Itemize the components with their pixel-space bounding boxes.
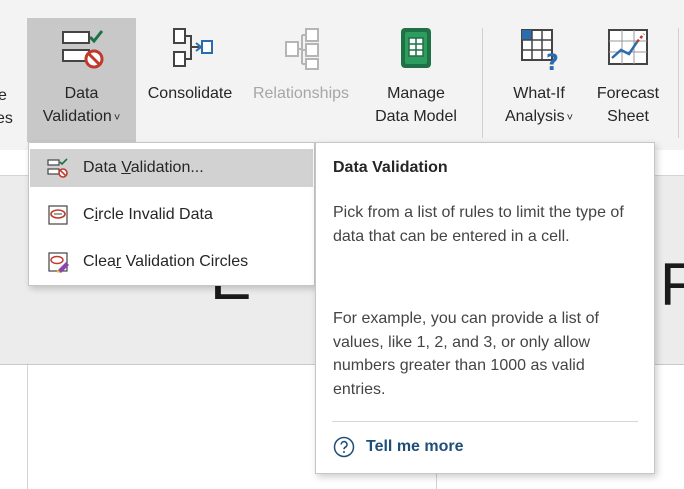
grid-line bbox=[27, 363, 28, 489]
what-if-analysis-label-2: Analysis ˅ bbox=[505, 105, 573, 130]
manage-data-model-label-1: Manage bbox=[387, 85, 445, 102]
chevron-down-icon: ˅ bbox=[566, 112, 573, 124]
menu-item-label: Clear Validation Circles bbox=[83, 253, 248, 271]
forecast-sheet-button[interactable]: Forecast Sheet bbox=[588, 18, 668, 142]
data-validation-menu: Data Validation... Circle Invalid Data C… bbox=[28, 142, 315, 286]
data-validation-label-1: Data bbox=[64, 85, 99, 102]
consolidate-icon bbox=[173, 28, 213, 67]
menu-item-data-validation[interactable]: Data Validation... bbox=[30, 149, 313, 187]
consolidate-button[interactable]: Consolidate bbox=[138, 18, 242, 142]
forecast-sheet-label-1: Forecast bbox=[596, 85, 660, 102]
ribbon: e es Data Validation ˅ Consolidate Relat… bbox=[0, 0, 684, 150]
menu-item-label: Data Validation... bbox=[83, 159, 204, 177]
data-validation-tooltip: Data Validation Pick from a list of rule… bbox=[315, 142, 655, 474]
menu-item-label: Circle Invalid Data bbox=[83, 206, 213, 224]
label-part: Clea bbox=[83, 253, 116, 270]
manage-data-model-icon bbox=[401, 28, 431, 68]
circle-invalid-icon bbox=[48, 205, 68, 225]
partial-label-line1: e bbox=[0, 87, 7, 104]
forecast-sheet-icon bbox=[608, 29, 648, 65]
tooltip-example: For example, you can provide a list of v… bbox=[333, 310, 599, 398]
clear-circles-icon bbox=[48, 252, 69, 273]
tooltip-description: Pick from a list of rules to limit the t… bbox=[333, 204, 624, 245]
what-if-analysis-button[interactable]: ? What-If Analysis ˅ bbox=[492, 18, 586, 142]
menu-item-circle-invalid-data[interactable]: Circle Invalid Data bbox=[30, 196, 313, 234]
tell-me-more-label: Tell me more bbox=[366, 438, 464, 455]
data-validation-button[interactable]: Data Validation ˅ bbox=[27, 18, 136, 142]
access-key: V bbox=[121, 159, 131, 176]
relationships-icon bbox=[285, 28, 319, 70]
chevron-down-icon: ˅ bbox=[113, 112, 121, 124]
consolidate-label: Consolidate bbox=[147, 85, 233, 102]
label-part: rcle Invalid Data bbox=[98, 206, 213, 223]
help-circle-icon bbox=[333, 436, 355, 458]
tooltip-title: Data Validation bbox=[333, 159, 448, 176]
manage-data-model-button[interactable]: Manage Data Model bbox=[360, 18, 472, 142]
data-validation-label-2-text: Validation bbox=[42, 108, 112, 125]
tell-me-more-link[interactable]: Tell me more bbox=[333, 436, 464, 458]
svg-text:?: ? bbox=[546, 51, 559, 74]
data-validation-icon bbox=[47, 158, 68, 178]
what-if-analysis-label-2-text: Analysis bbox=[504, 108, 565, 125]
ribbon-group-separator bbox=[482, 28, 483, 138]
what-if-analysis-label-1: What-If bbox=[513, 85, 565, 102]
manage-data-model-label-2: Data Model bbox=[375, 108, 457, 125]
label-part: Validation Circles bbox=[121, 253, 249, 270]
tooltip-divider bbox=[332, 421, 638, 422]
menu-item-clear-validation-circles[interactable]: Clear Validation Circles bbox=[30, 243, 313, 281]
label-part: C bbox=[83, 206, 95, 223]
what-if-analysis-icon: ? bbox=[521, 29, 559, 74]
partial-label-line2: es bbox=[0, 110, 13, 127]
relationships-label: Relationships bbox=[252, 85, 350, 102]
ribbon-group-separator bbox=[678, 28, 679, 138]
label-part: alidation... bbox=[130, 159, 204, 176]
forecast-sheet-label-2: Sheet bbox=[607, 108, 649, 125]
data-validation-label-2: Validation ˅ bbox=[43, 105, 121, 130]
label-part: Data bbox=[83, 159, 122, 176]
data-validation-icon bbox=[61, 30, 103, 69]
column-header-f[interactable]: F bbox=[660, 250, 684, 320]
relationships-button[interactable]: Relationships bbox=[244, 18, 358, 142]
